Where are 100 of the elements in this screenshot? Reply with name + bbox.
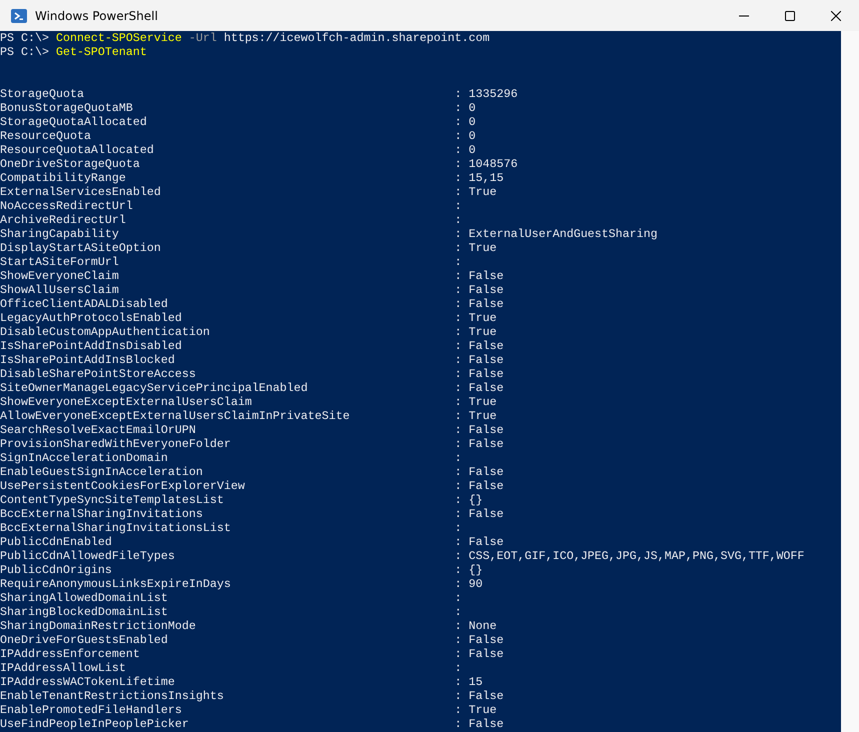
property-value: : False (454, 465, 504, 479)
property-value: : True (454, 703, 497, 717)
command-text: Connect-SPOService (56, 31, 182, 45)
property-value: : (454, 199, 462, 213)
property-name: BccExternalSharingInvitationsList (0, 521, 232, 535)
property-name: DisplayStartASiteOption (0, 241, 162, 255)
property-value: : {} (454, 563, 483, 577)
property-name: StorageQuota (0, 87, 85, 101)
property-value: : (454, 521, 462, 535)
property-value: : False (454, 689, 504, 703)
command-text: Get-SPOTenant (56, 45, 147, 59)
property-name: SearchResolveExactEmailOrUPN (0, 423, 197, 437)
window-title: Windows PowerShell (35, 8, 159, 22)
property-name: IsSharePointAddInsDisabled (0, 339, 183, 353)
property-name: ContentTypeSyncSiteTemplatesList (0, 493, 225, 507)
prompt-text: PS C:\> (0, 45, 49, 59)
property-value: : 0 (454, 115, 476, 129)
property-name: OneDriveStorageQuota (0, 157, 141, 171)
property-name: ResourceQuota (0, 129, 92, 143)
property-value: : False (454, 717, 504, 731)
property-name: AllowEveryoneExceptExternalUsersClaimInPrivateSite (0, 409, 351, 423)
property-name: ShowEveryoneClaim (0, 269, 120, 283)
property-value: : ExternalUserAndGuestSharing (454, 227, 658, 241)
property-value: : (454, 451, 462, 465)
property-name: IPAddressWACTokenLifetime (0, 675, 176, 689)
property-value: : True (454, 185, 497, 199)
property-value: : True (454, 241, 497, 255)
property-value: : (454, 591, 462, 605)
property-value: : (454, 661, 462, 675)
property-name: IPAddressAllowList (0, 661, 127, 675)
property-value: : False (454, 423, 504, 437)
property-name: SignInAccelerationDomain (0, 451, 169, 465)
property-name: SharingCapability (0, 227, 120, 241)
parameter-text: -Url (188, 31, 217, 45)
property-value: : 0 (454, 101, 476, 115)
property-value: : (454, 255, 462, 269)
property-name: UsePersistentCookiesForExplorerView (0, 479, 246, 493)
property-name: OfficeClientADALDisabled (0, 297, 169, 311)
property-name: StartASiteFormUrl (0, 255, 120, 269)
property-value: : CSS,EOT,GIF,ICO,JPEG,JPG,JS,MAP,PNG,SVG,TTF,WOFF (454, 549, 804, 563)
property-value: : False (454, 353, 504, 367)
property-name: StorageQuotaAllocated (0, 115, 148, 129)
property-name: SharingBlockedDomainList (0, 605, 169, 619)
property-name: SharingAllowedDomainList (0, 591, 169, 605)
property-value: : False (454, 269, 504, 283)
property-value: : False (454, 479, 504, 493)
property-value: : {} (454, 493, 483, 507)
property-name: LegacyAuthProtocolsEnabled (0, 311, 183, 325)
property-name: EnableGuestSignInAcceleration (0, 465, 204, 479)
property-value: : (454, 213, 462, 227)
property-name: IPAddressEnforcement (0, 647, 141, 661)
property-value: : 90 (454, 577, 483, 591)
property-value: : False (454, 437, 504, 451)
powershell-icon (11, 8, 27, 24)
property-value: : 0 (454, 143, 476, 157)
property-value: : True (454, 311, 497, 325)
scrollbar-track[interactable] (841, 31, 859, 732)
property-name: ExternalServicesEnabled (0, 185, 162, 199)
property-value: : False (454, 647, 504, 661)
property-value: : False (454, 367, 504, 381)
property-value: : (454, 605, 462, 619)
property-value: : False (454, 381, 504, 395)
property-name: NoAccessRedirectUrl (0, 199, 134, 213)
close-icon[interactable] (831, 10, 841, 20)
property-name: SharingDomainRestrictionMode (0, 619, 197, 633)
property-name: ResourceQuotaAllocated (0, 143, 155, 157)
property-name: CompatibilityRange (0, 171, 127, 185)
property-name: PublicCdnEnabled (0, 535, 113, 549)
property-name: DisableCustomAppAuthentication (0, 325, 211, 339)
property-value: : False (454, 535, 504, 549)
property-name: PublicCdnOrigins (0, 563, 113, 577)
property-name: BonusStorageQuotaMB (0, 101, 134, 115)
property-value: : 0 (454, 129, 476, 143)
property-value: : 1048576 (454, 157, 518, 171)
property-value: : False (454, 297, 504, 311)
property-name: BccExternalSharingInvitations (0, 507, 204, 521)
property-value: : False (454, 339, 504, 353)
property-name: RequireAnonymousLinksExpireInDays (0, 577, 232, 591)
property-value: : False (454, 507, 504, 521)
property-value: : True (454, 395, 497, 409)
property-name: ShowAllUsersClaim (0, 283, 120, 297)
property-name: DisableSharePointStoreAccess (0, 367, 197, 381)
property-name: ArchiveRedirectUrl (0, 213, 127, 227)
property-value: : False (454, 283, 504, 297)
property-value: : 1335296 (454, 87, 518, 101)
property-name: EnableTenantRestrictionsInsights (0, 689, 225, 703)
maximize-icon[interactable] (785, 10, 795, 20)
property-name: PublicCdnAllowedFileTypes (0, 549, 176, 563)
property-name: EnablePromotedFileHandlers (0, 703, 183, 717)
property-name: ProvisionSharedWithEveryoneFolder (0, 437, 232, 451)
property-name: UseFindPeopleInPeoplePicker (0, 717, 190, 731)
property-name: IsSharePointAddInsBlocked (0, 353, 176, 367)
property-name: OneDriveForGuestsEnabled (0, 633, 169, 647)
property-value: : True (454, 325, 497, 339)
property-name: ShowEveryoneExceptExternalUsersClaim (0, 395, 253, 409)
prompt-text: PS C:\> (0, 31, 49, 45)
property-name: SiteOwnerManageLegacyServicePrincipalEnabled (0, 381, 309, 395)
property-value: : None (454, 619, 497, 633)
property-value: : 15,15 (454, 171, 504, 185)
argument-text: https://icewolfch-admin.sharepoint.com (224, 31, 490, 45)
